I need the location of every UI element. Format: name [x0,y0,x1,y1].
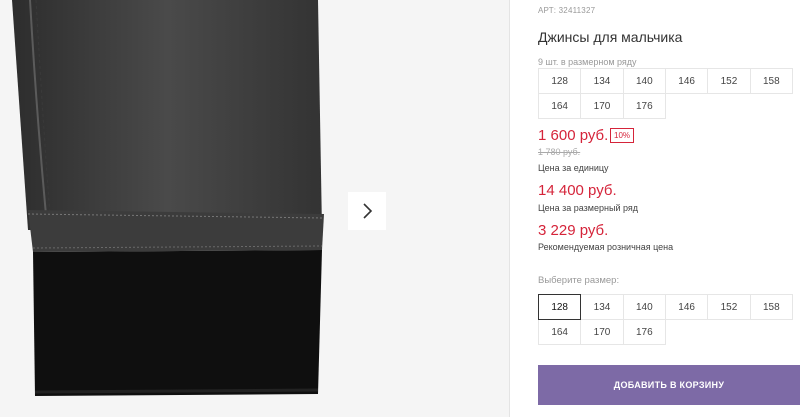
size-range-cell: 176 [622,93,666,119]
article-number: АРТ: 32411327 [538,6,596,15]
size-range-cell: 152 [707,68,751,94]
size-option[interactable]: 134 [580,294,624,320]
size-range-cell: 140 [622,68,666,94]
size-option[interactable]: 152 [707,294,751,320]
unit-price: 1 600 руб. [538,127,609,144]
size-range-cell: 128 [538,68,582,94]
retail-price: 3 229 руб. [538,222,609,239]
size-option[interactable]: 170 [580,319,624,345]
size-option[interactable]: 140 [622,294,666,320]
choose-size-label: Выберите размер: [538,275,620,286]
size-option[interactable]: 176 [622,319,666,345]
column-divider [509,0,510,417]
set-price: 14 400 руб. [538,182,617,199]
size-range-cell: 158 [749,68,793,94]
retail-price-note: Рекомендуемая розничная цена [538,242,674,252]
product-title: Джинсы для мальчика [538,29,683,45]
set-price-note: Цена за размерный ряд [538,203,639,213]
product-gallery [0,0,510,417]
size-option[interactable]: 158 [749,294,793,320]
gallery-next-button[interactable] [348,192,386,230]
unit-price-note: Цена за единицу [538,163,609,173]
sizes-count-hint: 9 шт. в размерном ряду [538,57,637,67]
size-option[interactable]: 146 [664,294,709,320]
chevron-right-icon [363,203,373,219]
product-photo [0,0,340,417]
size-range-cell: 134 [580,68,624,94]
product-details: АРТ: 32411327 Джинсы для мальчика 9 шт. … [538,0,800,417]
size-option-selected[interactable]: 128 [538,294,582,320]
size-range-cell: 164 [538,93,582,119]
size-range-cell: 146 [664,68,709,94]
discount-badge: 10% [610,128,635,143]
size-option[interactable]: 164 [538,319,582,345]
size-range-cell: 170 [580,93,624,119]
size-range-grid: 128 134 140 146 152 158 164 170 176 [538,68,793,119]
add-to-cart-button[interactable]: ДОБАВИТЬ В КОРЗИНУ [538,365,800,405]
old-price: 1 780 руб. [538,147,581,157]
size-selector: 128 134 140 146 152 158 164 170 176 [538,294,793,345]
